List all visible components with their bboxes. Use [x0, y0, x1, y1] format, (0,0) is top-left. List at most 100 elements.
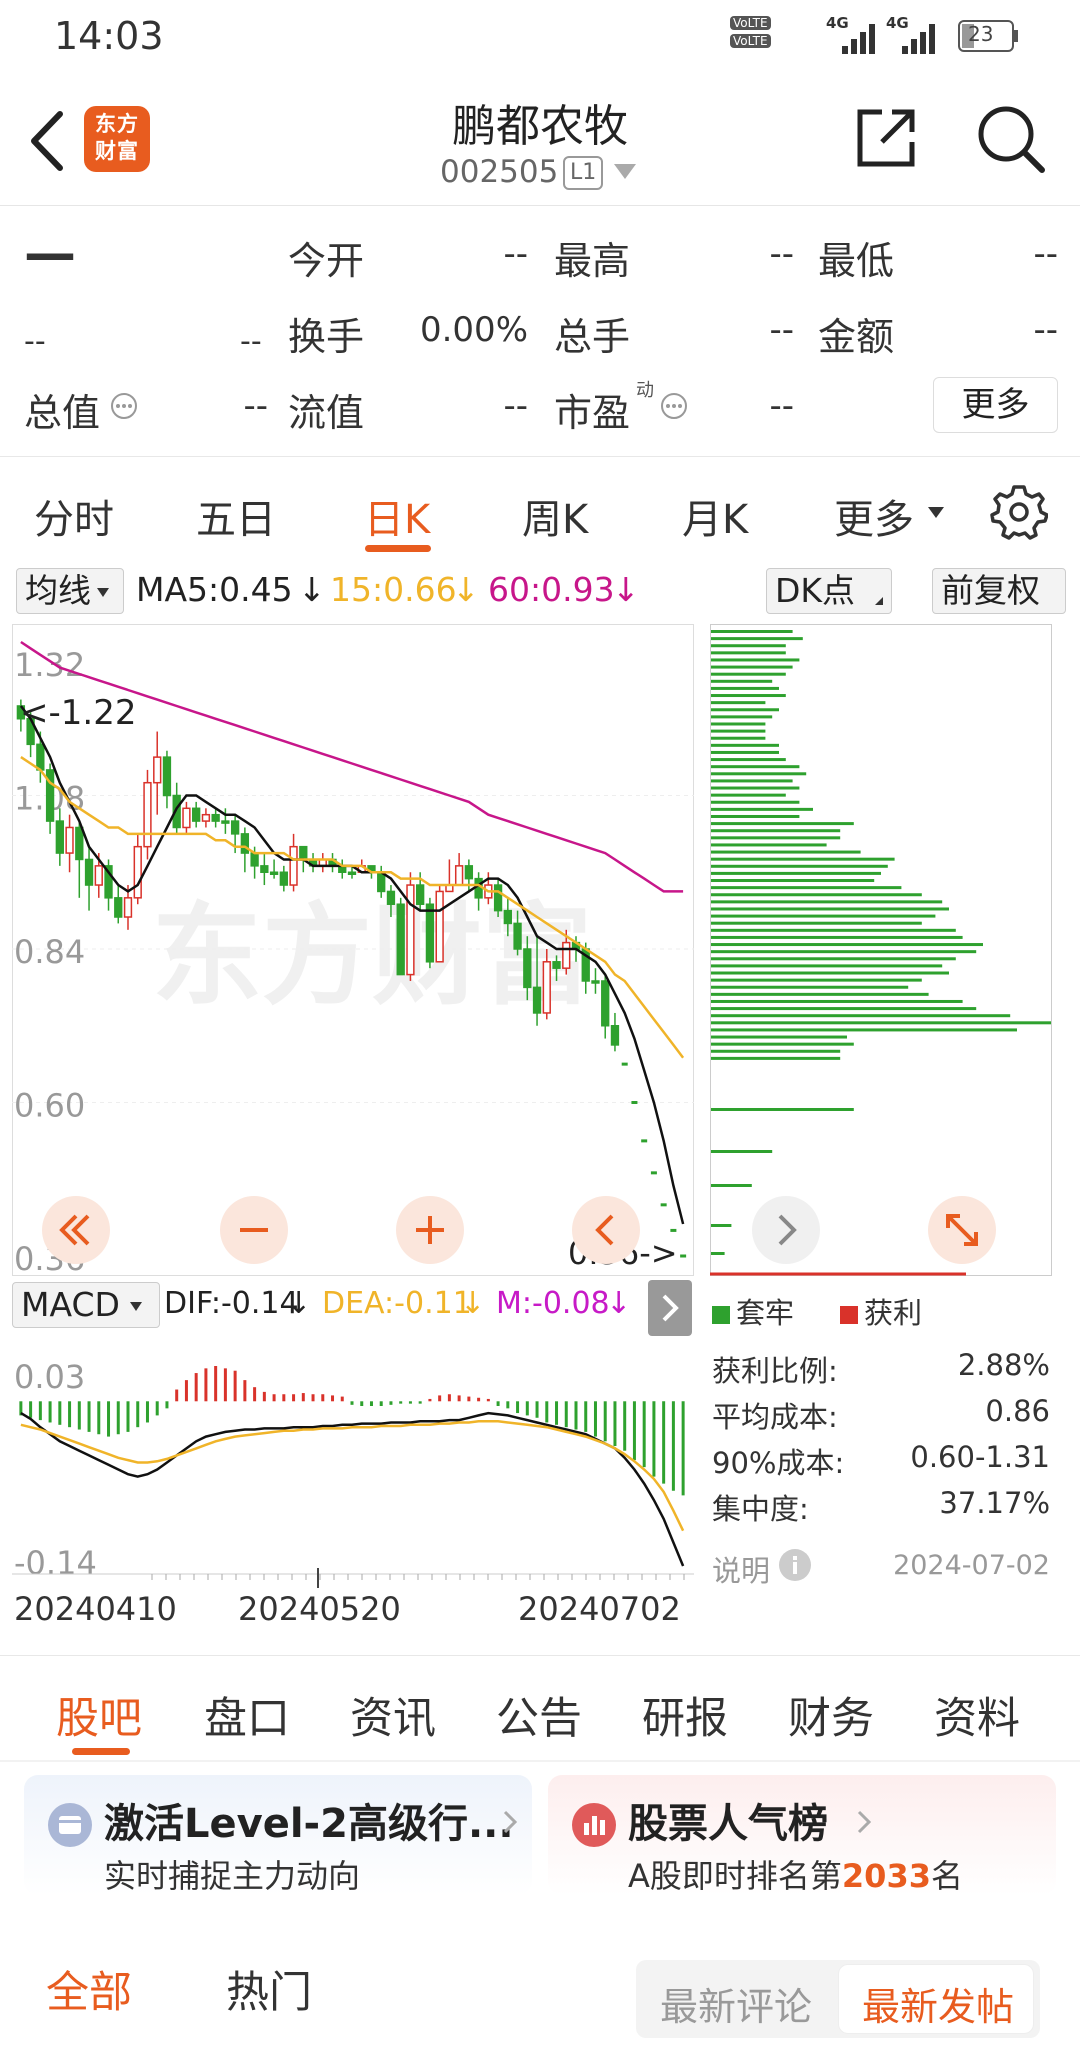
candle — [454, 865, 464, 886]
feed-tab-hot[interactable]: 热门 — [226, 1958, 312, 2020]
macd-chart[interactable]: 0.03 -0.14 20240410 20240520 20240702 — [12, 1338, 694, 1658]
chip-bar — [711, 822, 854, 826]
zoom-out-button[interactable] — [220, 1196, 288, 1264]
candle — [260, 865, 269, 874]
rank-title: 股票人气榜 — [628, 1801, 828, 1847]
float-cap-label: 流值 — [288, 391, 365, 435]
chip-bar — [711, 651, 786, 655]
chip-next-button[interactable] — [752, 1196, 820, 1264]
level2-title: 激活Level-2高级行... — [104, 1801, 514, 1847]
current-price: — — [24, 224, 76, 284]
tab-research[interactable]: 研报 — [642, 1684, 728, 1746]
chip-bar — [711, 971, 949, 975]
tab-order-book[interactable]: 盘口 — [204, 1684, 290, 1746]
sort-toggle: 最新评论 最新发帖 — [636, 1960, 1040, 2038]
kline-chart[interactable]: 东方财富 1.321.080.840.600.36 <-1.22 0.36-> — [12, 624, 694, 1276]
chip-bar — [711, 715, 773, 719]
ma-select-label: 均线 — [25, 571, 91, 610]
signal-icon-2 — [900, 20, 938, 54]
dif-value: DIF:-0.14 — [164, 1286, 299, 1321]
stat-label-concentration: 集中度: — [712, 1492, 809, 1526]
tab-profile[interactable]: 资料 — [934, 1684, 1020, 1746]
price-change-pct: -- — [240, 324, 262, 359]
popularity-rank-card[interactable]: 股票人气榜 A股即时排名第2033名 — [548, 1775, 1056, 1895]
candle — [143, 781, 152, 848]
chip-bar — [711, 736, 766, 740]
chip-bar — [711, 921, 922, 925]
divider — [0, 1760, 1080, 1762]
volte-badge-2: VoLTE — [730, 34, 771, 48]
macd-select[interactable]: MACD — [12, 1282, 160, 1328]
info-dots-icon[interactable] — [110, 392, 138, 420]
tab-five-day[interactable]: 五日 — [196, 487, 276, 545]
chip-bar — [711, 1184, 752, 1187]
chip-bar — [711, 743, 779, 747]
y-tick-label: 0.60 — [14, 1087, 85, 1125]
scroll-left-fast-button[interactable] — [42, 1196, 110, 1264]
level2-icon — [48, 1803, 92, 1847]
share-icon[interactable] — [852, 104, 920, 172]
info-icon[interactable] — [778, 1548, 812, 1582]
scroll-left-button[interactable] — [572, 1196, 640, 1264]
chip-bar — [711, 644, 786, 648]
quote-more-button[interactable]: 更多 — [933, 377, 1058, 433]
stat-value-concentration: 37.17% — [939, 1486, 1050, 1520]
adjust-mode-button[interactable]: 前复权 — [932, 568, 1066, 614]
stock-header: 东方财富 鹏都农牧 002505 L1 — [0, 76, 1080, 206]
code-dropdown-icon[interactable] — [614, 164, 636, 179]
high-value: -- — [769, 234, 794, 274]
chip-bar — [711, 1049, 841, 1053]
ma5-arrow: ↓ — [298, 570, 326, 609]
zoom-in-button[interactable] — [396, 1196, 464, 1264]
content-tabs: 股吧 盘口 资讯 公告 研报 财务 资料 — [0, 1655, 1080, 1759]
sort-latest-comment[interactable]: 最新评论 — [660, 1976, 812, 2031]
candle — [114, 897, 123, 918]
rank-chart-icon — [572, 1803, 616, 1847]
legend-profit-label: 获利 — [864, 1296, 923, 1330]
info-dots-icon[interactable] — [660, 392, 688, 420]
candle — [503, 909, 512, 925]
level-badge[interactable]: L1 — [563, 156, 604, 190]
tab-finance[interactable]: 财务 — [788, 1684, 874, 1746]
candle — [406, 884, 415, 976]
candle — [269, 871, 279, 875]
chip-bar — [711, 807, 813, 811]
volume-value: -- — [769, 310, 794, 350]
chip-bar — [711, 630, 793, 633]
candle — [279, 871, 288, 886]
dk-point-button[interactable]: DK点 — [766, 568, 892, 614]
level2-card[interactable]: 激活Level-2高级行... 实时捕捉主力动向 — [24, 1775, 532, 1895]
chip-bar — [711, 1028, 1017, 1032]
tab-news[interactable]: 资讯 — [350, 1684, 436, 1746]
sort-latest-post[interactable]: 最新发帖 — [862, 1976, 1014, 2031]
ma15-arrow: ↓ — [452, 570, 480, 609]
candle — [425, 903, 435, 963]
explain-label[interactable]: 说明 — [712, 1548, 770, 1590]
tab-forum[interactable]: 股吧 — [56, 1684, 142, 1746]
chip-bar — [711, 694, 786, 698]
tab-monthly-k[interactable]: 月K — [682, 487, 748, 545]
chip-bar — [711, 864, 888, 868]
search-icon[interactable] — [974, 102, 1048, 176]
chip-bar — [711, 1150, 773, 1153]
tab-daily-k[interactable]: 日K — [364, 487, 430, 545]
settings-gear-icon[interactable] — [990, 483, 1049, 541]
indicator-next-button[interactable] — [648, 1280, 692, 1336]
candle — [94, 865, 103, 886]
ma60-value: 60:0.93 — [488, 570, 615, 609]
expand-icon[interactable] — [928, 1196, 996, 1264]
chip-date: 2024-07-02 — [893, 1550, 1050, 1581]
ma-select[interactable]: 均线 — [16, 568, 124, 614]
candle — [153, 756, 162, 784]
chip-bar — [711, 772, 807, 776]
candle — [123, 897, 133, 918]
tab-announcements[interactable]: 公告 — [496, 1684, 582, 1746]
tab-intraday[interactable]: 分时 — [34, 487, 114, 545]
chip-bar — [711, 722, 766, 726]
tab-weekly-k[interactable]: 周K — [522, 487, 588, 545]
chip-bar — [711, 1035, 847, 1039]
feed-tab-all[interactable]: 全部 — [46, 1958, 132, 2020]
candle — [493, 884, 503, 912]
tab-more-periods[interactable]: 更多 — [834, 487, 914, 545]
candle — [464, 865, 474, 880]
